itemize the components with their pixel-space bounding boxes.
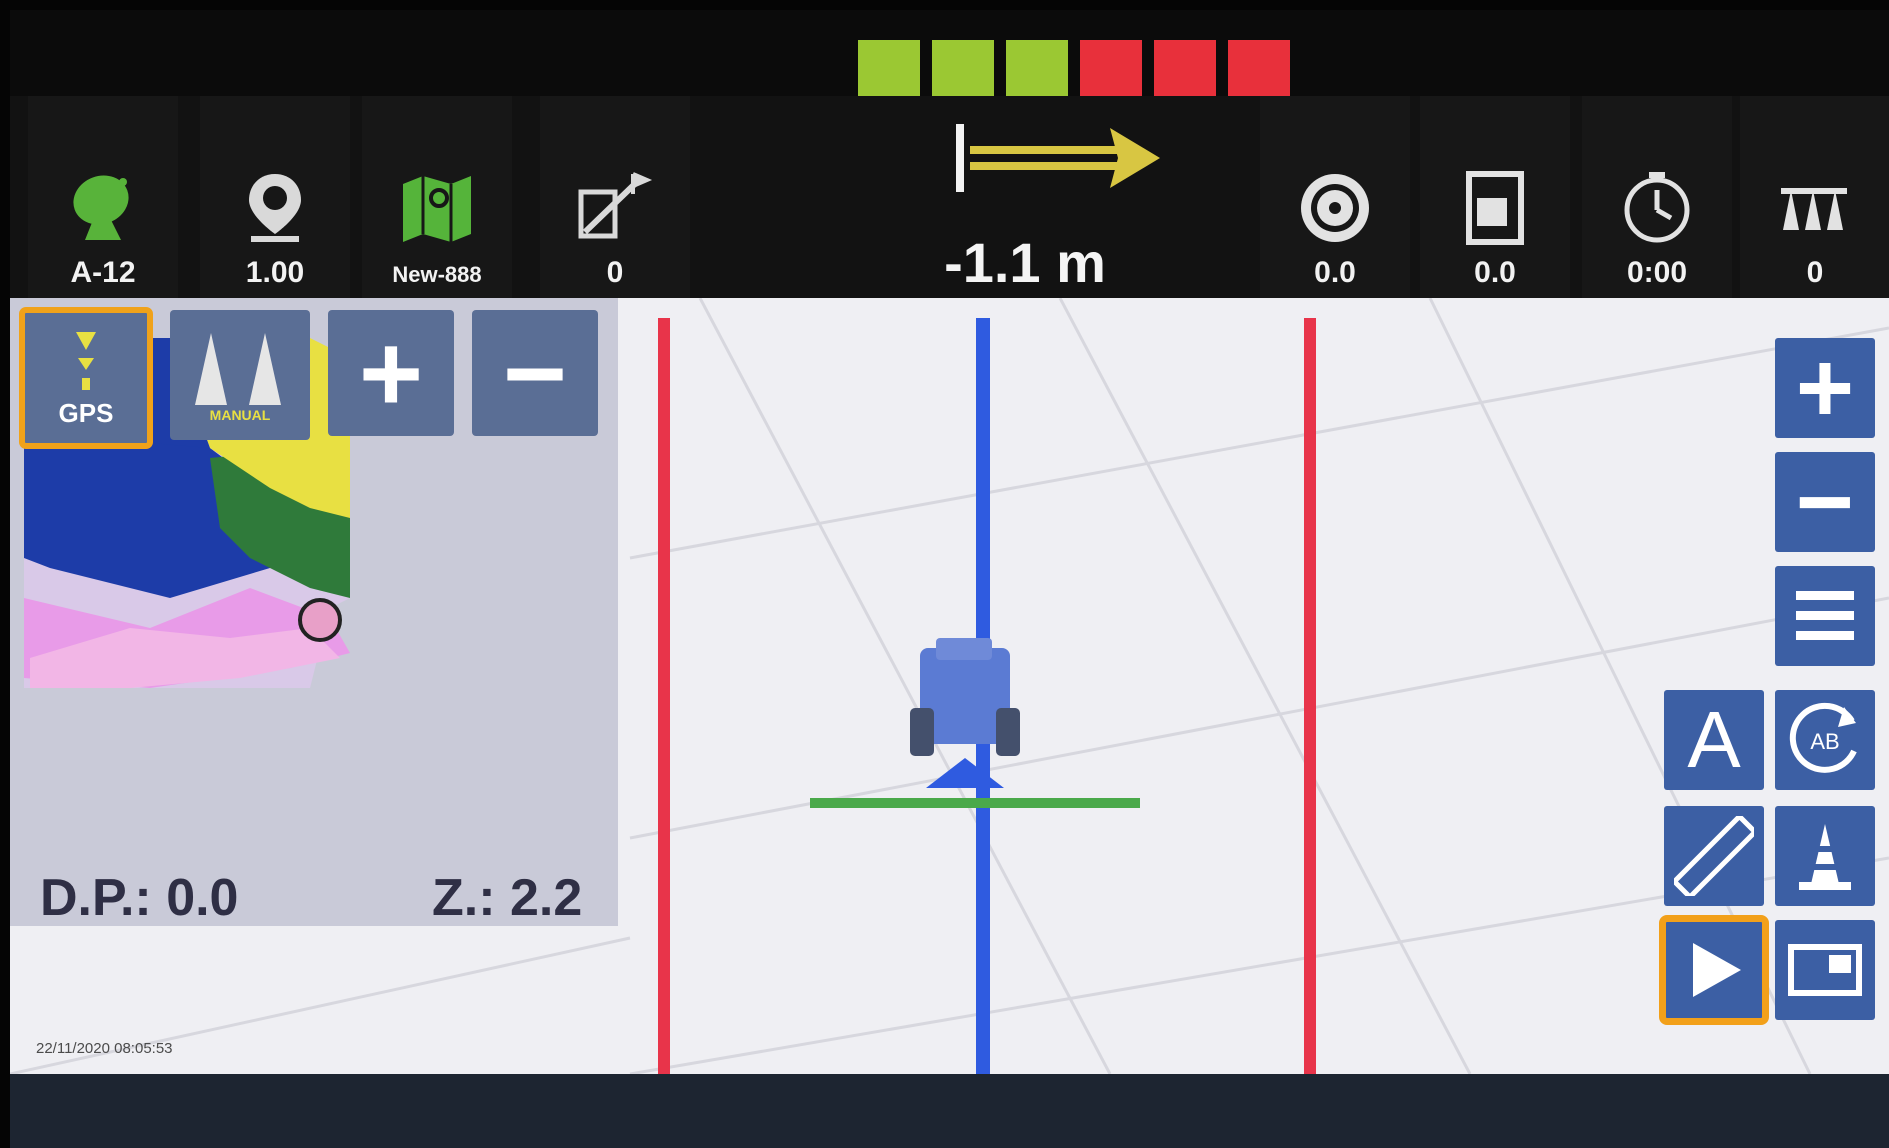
hectare-area-icon xyxy=(1466,171,1524,245)
area-value: 0.0 xyxy=(1474,256,1516,289)
zoom-readout: Z.: 2.2 xyxy=(432,869,583,927)
menu-button[interactable] xyxy=(1775,566,1875,666)
sections-toggle-button[interactable] xyxy=(1775,806,1875,906)
gnss-value: A-12 xyxy=(70,256,136,289)
screen-icon xyxy=(1788,944,1862,996)
implement-boom xyxy=(810,798,1140,808)
bottom-bar xyxy=(10,1074,1889,1148)
manual-mode-button[interactable]: MANUAL xyxy=(170,310,310,440)
field-value: New-888 xyxy=(392,262,482,287)
ab-line-icon xyxy=(578,172,653,239)
speed-tile[interactable]: 0.0 xyxy=(1260,96,1410,298)
gnss-status-tile[interactable]: A-12 xyxy=(28,96,178,298)
gps-button-label: GPS xyxy=(58,397,114,428)
ruler-icon xyxy=(1674,816,1754,896)
timer-value: 0:00 xyxy=(1626,256,1688,289)
speedometer-icon xyxy=(1301,174,1369,242)
gps-mode-button[interactable]: GPS xyxy=(19,307,153,449)
a-point-button[interactable]: A xyxy=(1664,690,1764,790)
play-button[interactable] xyxy=(1659,915,1769,1025)
manual-button-label: MANUAL xyxy=(209,407,271,423)
left-boundary-line xyxy=(658,318,670,1074)
timestamp: 22/11/2020 08:05:53 xyxy=(36,1040,173,1057)
zoom-out-button[interactable]: − xyxy=(1775,446,1875,558)
field-map-icon xyxy=(403,176,471,242)
timer-tile[interactable]: 0:00 xyxy=(1582,96,1732,298)
offset-value: -1.1 m xyxy=(944,231,1106,294)
lightbar-green-segment xyxy=(932,40,994,96)
position-value: 1.00 xyxy=(245,256,305,289)
play-icon xyxy=(1693,943,1741,997)
cross-track-offset: -1.1 m xyxy=(860,110,1240,300)
minimap-zoom-out-button[interactable]: − xyxy=(472,310,598,436)
minimap-panel[interactable]: GPS MANUAL + − xyxy=(10,298,618,926)
guidance-line-tile[interactable]: 0 xyxy=(540,96,690,298)
lightbar-red-segment xyxy=(1154,40,1216,96)
lightbar-green-segment xyxy=(1006,40,1068,96)
recalculate-ab-button[interactable]: AB xyxy=(1775,690,1875,790)
lightbar-red-segment xyxy=(1080,40,1142,96)
minimap-zoom-in-button[interactable]: + xyxy=(328,310,454,436)
satellite-dish-icon xyxy=(73,175,129,240)
field-tile[interactable]: New-888 xyxy=(362,96,512,298)
speed-value: 0.0 xyxy=(1314,256,1356,289)
ab-label: AB xyxy=(1810,729,1839,754)
gps-antenna-icon xyxy=(76,331,96,390)
direction-arrow-icon xyxy=(956,124,1160,192)
cone-icon xyxy=(1799,824,1851,890)
timer-icon xyxy=(1624,172,1690,243)
screen-layout-button[interactable] xyxy=(1775,920,1875,1020)
sections-tile[interactable]: 0 xyxy=(1740,96,1889,298)
menu-icon xyxy=(1796,591,1854,640)
guidance-line-value: 0 xyxy=(606,256,624,289)
dp-readout: D.P.: 0.0 xyxy=(40,869,239,927)
location-pin-icon xyxy=(249,174,301,242)
rotate-ab-icon: AB xyxy=(1789,702,1857,773)
lightbar-red-segment xyxy=(1228,40,1290,96)
tractor-icon xyxy=(810,638,1140,808)
sections-value: 0 xyxy=(1806,256,1824,289)
right-boundary-line xyxy=(1304,318,1316,1074)
a-point-label: A xyxy=(1687,695,1741,784)
position-tile[interactable]: 1.00 xyxy=(200,96,350,298)
sections-icon xyxy=(195,333,281,405)
ruler-button[interactable] xyxy=(1664,806,1764,906)
lightbar-green-segment xyxy=(858,40,920,96)
zoom-in-button[interactable]: + xyxy=(1775,332,1875,444)
area-tile[interactable]: 0.0 xyxy=(1420,96,1570,298)
sections-icon xyxy=(1781,188,1847,230)
